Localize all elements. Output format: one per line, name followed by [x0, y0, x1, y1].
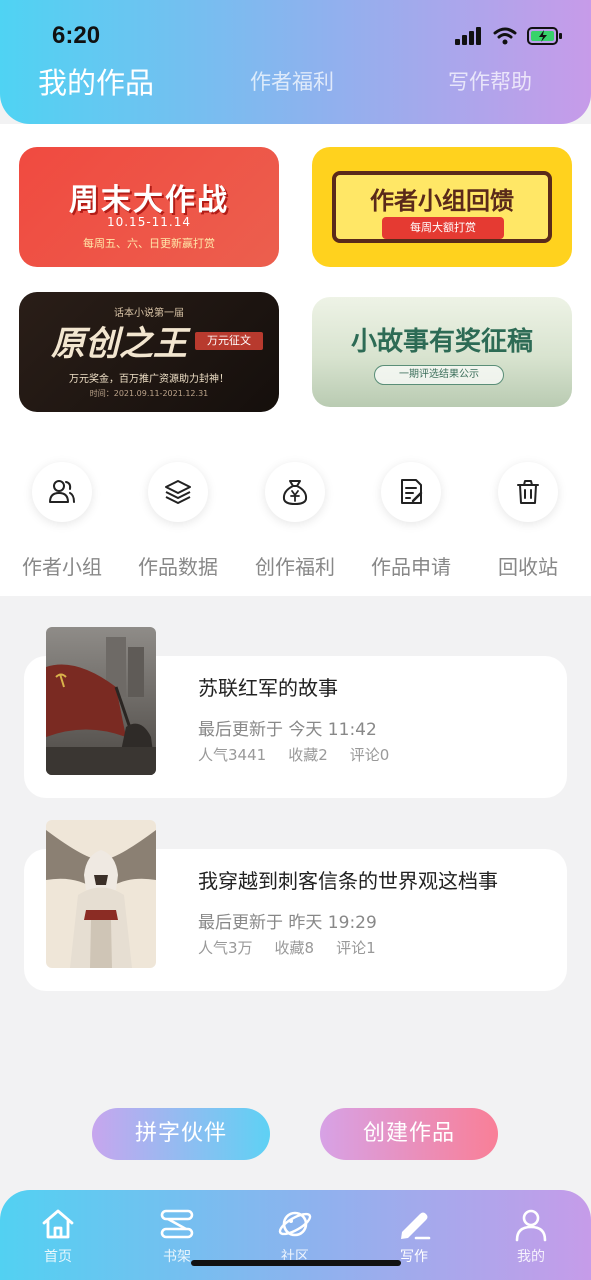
work-comments: 评论1 [336, 939, 376, 957]
layers-icon [165, 480, 191, 504]
work-stats: 人气3万 收藏8 评论1 [198, 937, 398, 958]
banner-short-story-contest[interactable]: 小故事有奖征稿 一期评选结果公示 [312, 297, 572, 407]
content-area: 周末大作战 10.15-11.14 每周五、六、日更新赢打赏 作者小组回馈 每周… [0, 124, 591, 596]
battery-icon [527, 27, 562, 45]
banner-period: 时间：2021.09.11-2021.12.31 [89, 389, 209, 398]
quick-label: 作品申请 [371, 555, 451, 579]
banner-subtitle: 万元奖金，百万推广资源助力封神！ [69, 374, 229, 385]
banner-ribbon: 每周大额打赏 [382, 217, 504, 239]
trash-icon [517, 480, 539, 504]
banner-dates: 10.15-11.14 [106, 215, 192, 229]
quick-label: 作品数据 [138, 555, 218, 579]
tab-author-benefits[interactable]: 作者福利 [250, 66, 334, 96]
nav-label: 首页 [44, 1249, 72, 1265]
banner-results-pill: 一期评选结果公示 [374, 365, 504, 385]
banner-title: 小故事有奖征稿 [350, 327, 533, 357]
banner-group-feedback[interactable]: 作者小组回馈 每周大额打赏 [312, 147, 572, 267]
tab-my-works[interactable]: 我的作品 [38, 60, 154, 102]
tab-writing-help[interactable]: 写作帮助 [448, 66, 532, 96]
work-popularity: 人气3万 [198, 939, 253, 957]
banner-original-king[interactable]: 话本小说第一届 原创之王 万元征文 万元奖金，百万推广资源助力封神！ 时间：20… [19, 292, 279, 412]
nav-profile[interactable]: 我的 [491, 1206, 571, 1270]
work-cover-image[interactable] [46, 820, 156, 968]
status-time: 6:20 [52, 22, 101, 49]
work-popularity: 人气3441 [198, 746, 267, 764]
work-title: 苏联红军的故事 [198, 676, 338, 700]
banner-badge: 万元征文 [195, 332, 263, 350]
banner-weekend-battle[interactable]: 周末大作战 10.15-11.14 每周五、六、日更新赢打赏 [19, 147, 279, 267]
quick-author-group[interactable]: 作者小组 [2, 462, 122, 582]
bookshelf-icon [160, 1209, 194, 1239]
header: 6:20 我的作品 作者福利 写作帮助 [0, 0, 591, 124]
quick-author-group-circle [32, 462, 92, 522]
document-edit-icon [401, 479, 423, 504]
planet-icon [278, 1211, 312, 1237]
status-icons [455, 26, 563, 46]
banner-subtitle: 每周五、六、日更新赢打赏 [83, 237, 215, 250]
work-favorites: 收藏8 [274, 939, 315, 957]
wifi-icon [493, 27, 517, 45]
quick-creation-benefits[interactable]: 创作福利 [235, 462, 355, 582]
money-bag-icon [282, 480, 308, 506]
top-tabs: 我的作品 作者福利 写作帮助 [0, 66, 591, 112]
cover-assassin [46, 820, 156, 968]
quick-work-data[interactable]: 作品数据 [118, 462, 238, 582]
quick-recycle-bin-circle [498, 462, 558, 522]
quick-work-data-circle [148, 462, 208, 522]
quick-label: 创作福利 [255, 555, 335, 579]
quick-label: 回收站 [498, 555, 558, 579]
quick-work-application-circle [381, 462, 441, 522]
signal-icon [455, 27, 481, 45]
banner-title: 作者小组回馈 [370, 187, 514, 215]
user-icon [515, 1209, 547, 1242]
work-title: 我穿越到刺客信条的世界观这档事 [198, 869, 498, 893]
users-icon [49, 480, 75, 503]
nav-label: 我的 [517, 1249, 545, 1265]
work-cover-image[interactable] [46, 627, 156, 775]
work-updated: 最后更新于 昨天 19:29 [198, 913, 377, 933]
work-comments: 评论0 [349, 746, 390, 764]
quick-label: 作者小组 [22, 555, 102, 579]
cover-soviet-soldier [46, 627, 156, 775]
pen-icon [401, 1212, 431, 1240]
nav-home[interactable]: 首页 [18, 1206, 98, 1270]
quick-creation-benefits-circle [265, 462, 325, 522]
quick-work-application[interactable]: 作品申请 [351, 462, 471, 582]
create-work-button[interactable]: 创建作品 [320, 1108, 498, 1160]
work-updated: 最后更新于 今天 11:42 [198, 720, 377, 740]
home-indicator [191, 1260, 401, 1266]
quick-recycle-bin[interactable]: 回收站 [468, 462, 588, 582]
home-icon [42, 1209, 74, 1239]
bottom-nav: 首页 书架 社区 写作 我的 [0, 1190, 591, 1280]
partner-button[interactable]: 拼字伙伴 [92, 1108, 270, 1160]
work-favorites: 收藏2 [288, 746, 328, 764]
banner-title: 周末大作战 [69, 183, 229, 218]
work-stats: 人气3441 收藏2 评论0 [198, 744, 411, 765]
